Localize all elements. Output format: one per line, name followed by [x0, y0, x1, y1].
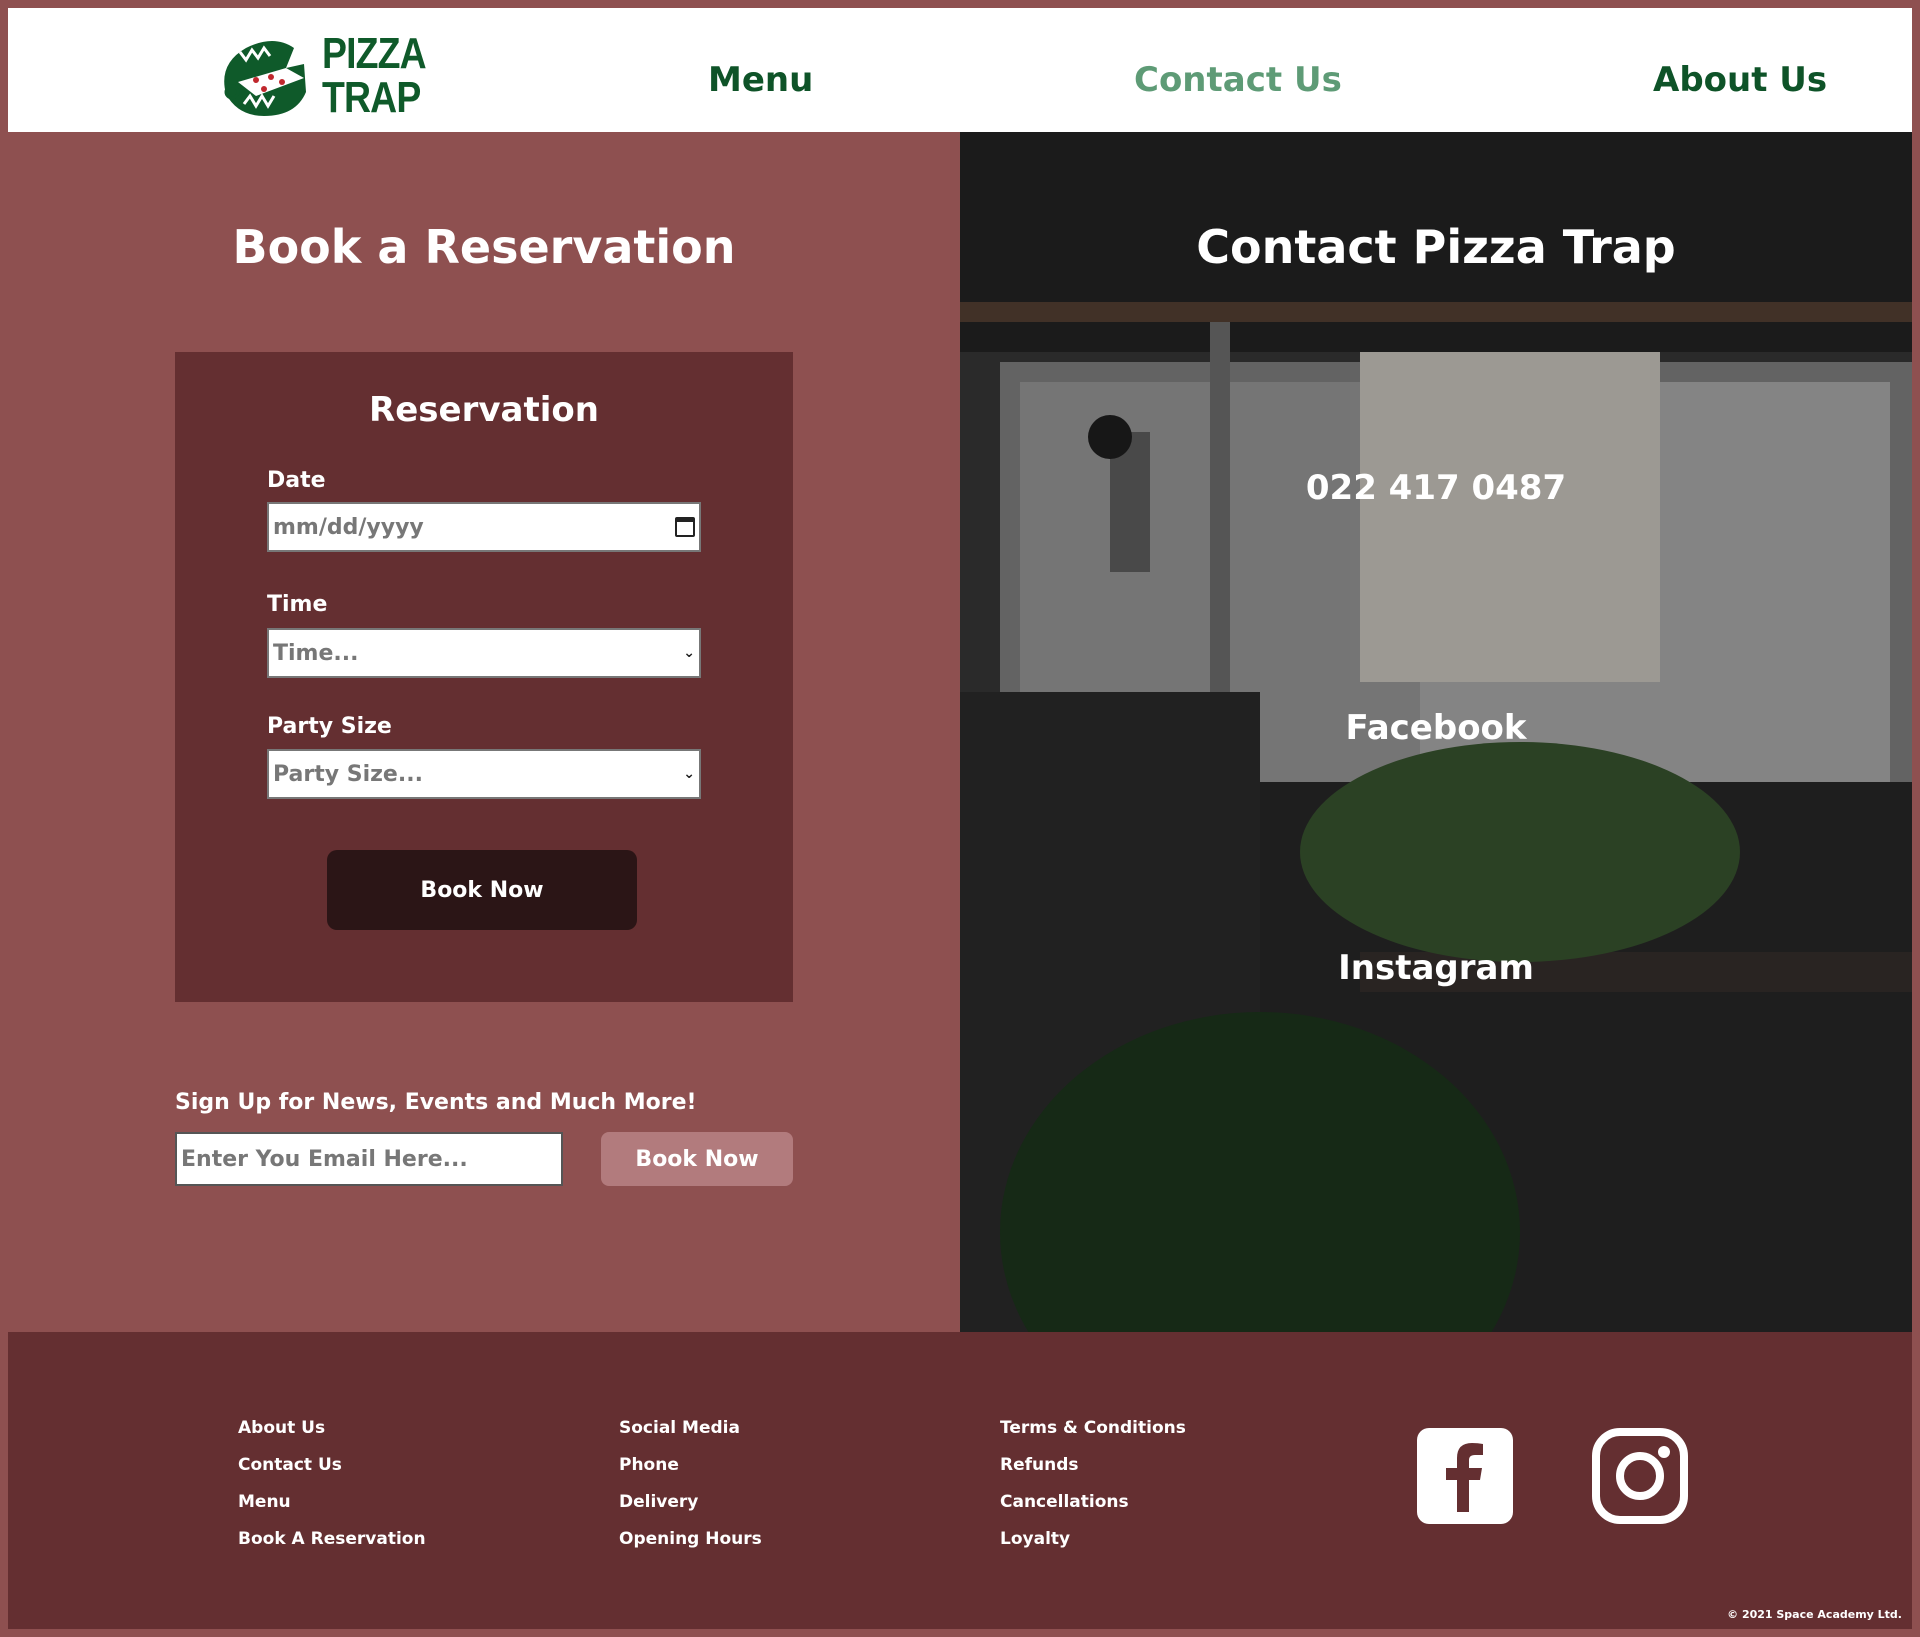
reservation-card-title: Reservation	[369, 390, 599, 430]
footer-link-book-reservation[interactable]: Book A Reservation	[238, 1529, 426, 1566]
site-header: PIZZA TRAP Menu Contact Us About Us	[8, 8, 1912, 132]
instagram-link[interactable]: Instagram	[960, 948, 1912, 988]
party-size-placeholder: Party Size...	[273, 761, 423, 787]
facebook-icon[interactable]	[1417, 1428, 1513, 1524]
time-select[interactable]: Time... ⌄	[267, 628, 701, 678]
site-footer: About Us Contact Us Menu Book A Reservat…	[8, 1332, 1912, 1629]
pizza-trap-logo-icon	[224, 41, 306, 116]
instagram-glyph	[1592, 1428, 1688, 1524]
footer-link-terms[interactable]: Terms & Conditions	[1000, 1418, 1186, 1455]
footer-link-phone[interactable]: Phone	[619, 1455, 762, 1492]
reservation-card: Reservation Date mm/dd/yyyy Time Time...…	[175, 352, 793, 1002]
signup-button[interactable]: Book Now	[601, 1132, 793, 1186]
facebook-glyph	[1446, 1443, 1483, 1512]
nav-contact-us[interactable]: Contact Us	[1134, 60, 1342, 100]
footer-link-refunds[interactable]: Refunds	[1000, 1455, 1186, 1492]
footer-column-2: Social Media Phone Delivery Opening Hour…	[619, 1418, 762, 1566]
email-input[interactable]: Enter You Email Here...	[175, 1132, 563, 1186]
footer-link-cancellations[interactable]: Cancellations	[1000, 1492, 1186, 1529]
logo-line-2: TRAP	[322, 73, 421, 122]
footer-link-opening-hours[interactable]: Opening Hours	[619, 1529, 762, 1566]
footer-link-loyalty[interactable]: Loyalty	[1000, 1529, 1186, 1566]
footer-link-contact-us[interactable]: Contact Us	[238, 1455, 426, 1492]
date-placeholder: mm/dd/yyyy	[273, 514, 424, 540]
footer-link-about-us[interactable]: About Us	[238, 1418, 426, 1455]
nav-menu[interactable]: Menu	[708, 60, 813, 100]
chevron-down-icon: ⌄	[683, 766, 695, 782]
copyright-text: © 2021 Space Academy Ltd.	[1727, 1608, 1902, 1621]
footer-column-3: Terms & Conditions Refunds Cancellations…	[1000, 1418, 1186, 1566]
logo-line-1: PIZZA	[322, 29, 427, 78]
party-size-label: Party Size	[267, 714, 392, 739]
date-label: Date	[267, 468, 326, 493]
logo-wordmark: PIZZA TRAP	[322, 29, 427, 122]
reservation-heading: Book a Reservation	[232, 220, 736, 274]
footer-link-menu[interactable]: Menu	[238, 1492, 426, 1529]
footer-link-delivery[interactable]: Delivery	[619, 1492, 762, 1529]
chevron-down-icon: ⌄	[683, 645, 695, 661]
time-label: Time	[267, 592, 328, 617]
phone-link[interactable]: 022 417 0487	[960, 468, 1912, 508]
signup-label: Sign Up for News, Events and Much More!	[175, 1090, 697, 1115]
reservation-section: Book a Reservation Reservation Date mm/d…	[8, 132, 960, 1332]
footer-link-social-media[interactable]: Social Media	[619, 1418, 762, 1455]
calendar-icon[interactable]	[675, 517, 695, 537]
contact-heading: Contact Pizza Trap	[1196, 220, 1676, 274]
instagram-icon[interactable]	[1592, 1428, 1688, 1524]
book-now-button[interactable]: Book Now	[327, 850, 637, 930]
party-size-select[interactable]: Party Size... ⌄	[267, 749, 701, 799]
contact-section: Contact Pizza Trap 022 417 0487 Facebook…	[960, 132, 1912, 1332]
site-logo[interactable]: PIZZA TRAP	[216, 28, 427, 128]
footer-column-1: About Us Contact Us Menu Book A Reservat…	[238, 1418, 426, 1566]
nav-about-us[interactable]: About Us	[1653, 60, 1827, 100]
date-input[interactable]: mm/dd/yyyy	[267, 502, 701, 552]
facebook-link[interactable]: Facebook	[960, 708, 1912, 748]
time-placeholder: Time...	[273, 640, 359, 666]
